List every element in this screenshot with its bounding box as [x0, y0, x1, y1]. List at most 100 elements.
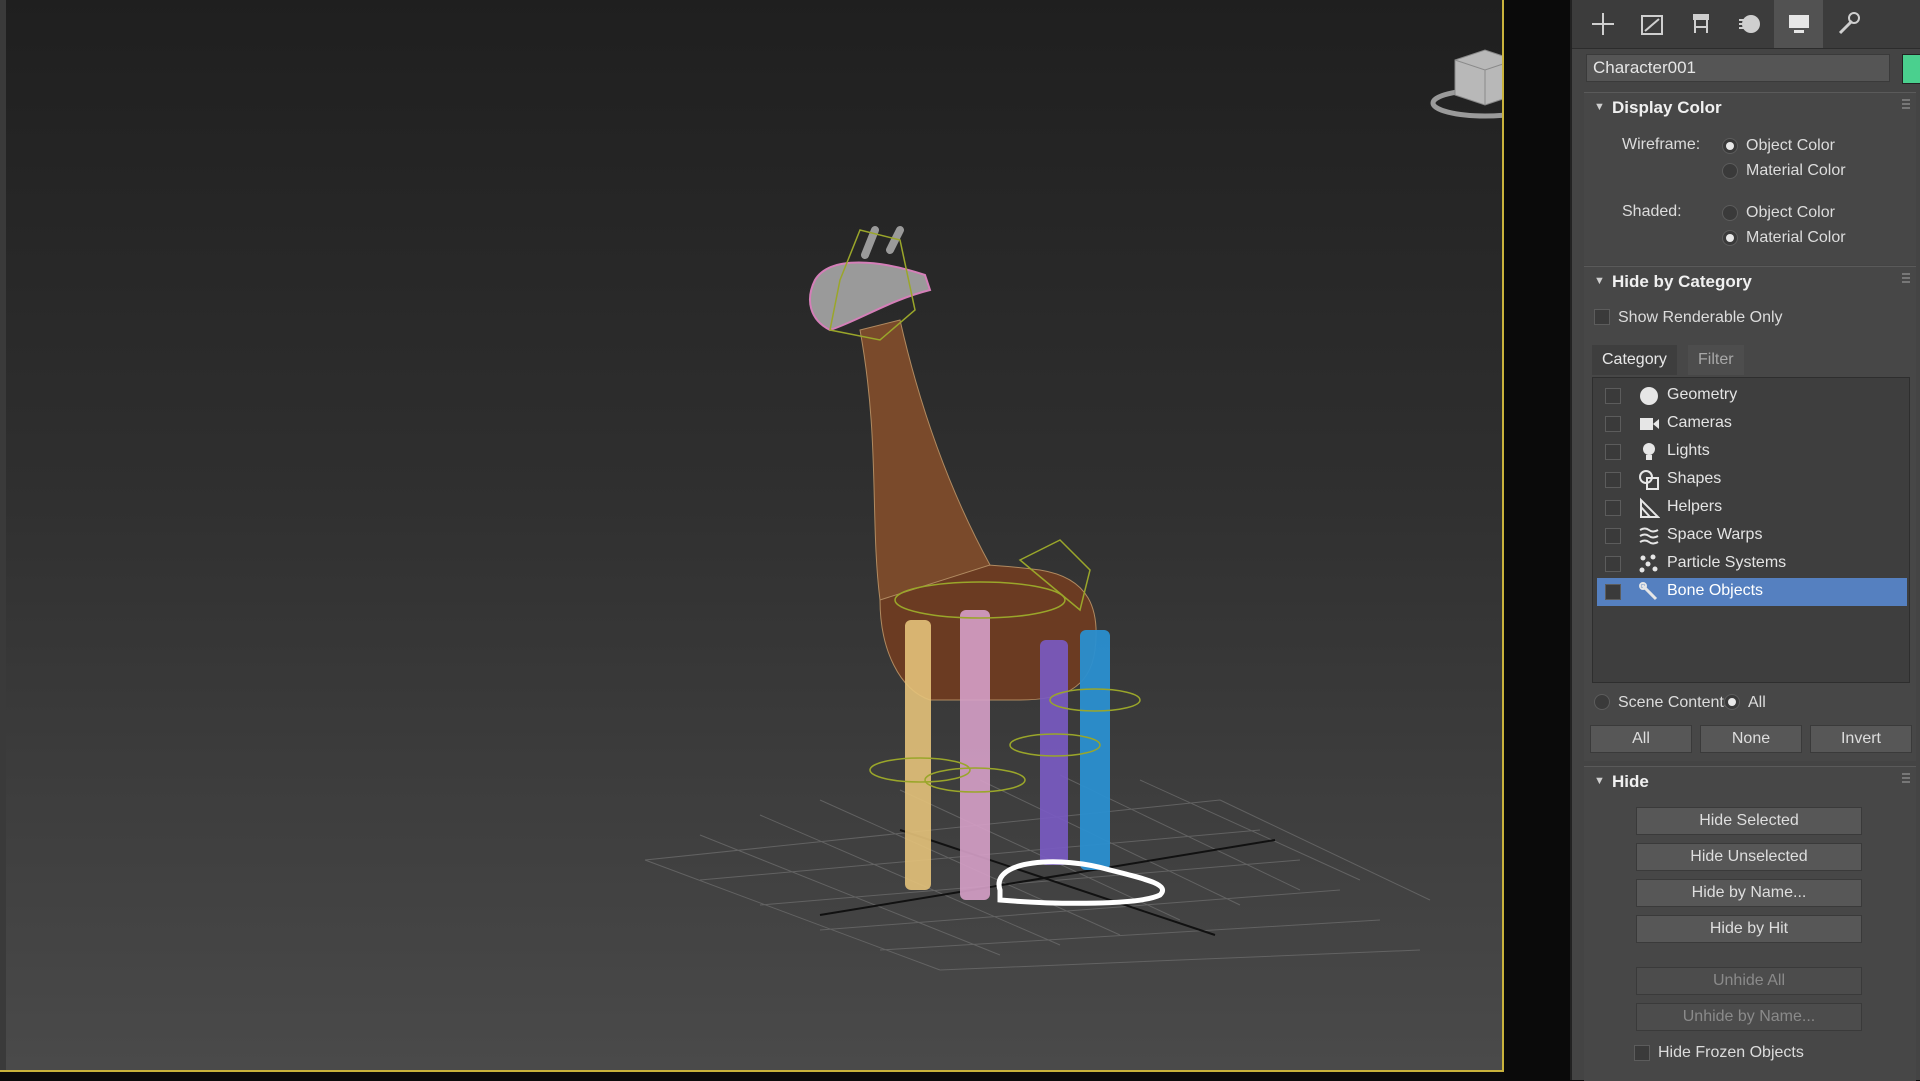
- hide-by-hit-button[interactable]: Hide by Hit: [1636, 915, 1862, 943]
- shaded-material-color-label: Material Color: [1746, 229, 1846, 246]
- wireframe-object-color-label: Object Color: [1746, 137, 1835, 154]
- wireframe-material-color-radio[interactable]: [1722, 163, 1738, 179]
- object-color-swatch[interactable]: [1902, 54, 1920, 84]
- tab-motion[interactable]: [1725, 0, 1774, 48]
- category-label: Shapes: [1667, 470, 1722, 487]
- hide-by-category-rollout: ▼ Hide by Category Show Renderable Only …: [1584, 266, 1916, 761]
- display-color-rollout: ▼ Display Color Wireframe: Object Color …: [1584, 92, 1916, 265]
- tab-modify[interactable]: [1627, 0, 1676, 48]
- category-label: Lights: [1667, 442, 1710, 459]
- utilities-icon: [1838, 12, 1860, 35]
- hide-by-name-button[interactable]: Hide by Name...: [1636, 879, 1862, 907]
- giraffe-model[interactable]: [809, 226, 1165, 906]
- category-checkbox[interactable]: [1605, 584, 1621, 600]
- tab-utilities[interactable]: [1823, 0, 1872, 48]
- category-item-space-warps[interactable]: Space Warps: [1597, 522, 1907, 550]
- shaded-object-color-radio[interactable]: [1722, 205, 1738, 221]
- category-label: Geometry: [1667, 386, 1738, 403]
- wireframe-object-color-radio[interactable]: [1722, 138, 1738, 154]
- category-checkbox[interactable]: [1605, 500, 1621, 516]
- shaded-material-color-radio[interactable]: [1722, 230, 1738, 246]
- category-label: Cameras: [1667, 414, 1732, 431]
- category-filter-tabs: Category Filter: [1592, 341, 1910, 378]
- category-label: Particle Systems: [1667, 554, 1787, 571]
- light-bulb-icon: [1637, 441, 1661, 463]
- category-checkbox[interactable]: [1605, 444, 1621, 460]
- hide-header[interactable]: ▼ Hide: [1584, 767, 1916, 797]
- tab-category[interactable]: Category: [1592, 345, 1677, 375]
- category-label: Helpers: [1667, 498, 1723, 515]
- object-name-row: [1586, 54, 1920, 84]
- rollout-title: Hide: [1612, 772, 1649, 791]
- scene-contents-radio[interactable]: [1594, 694, 1610, 710]
- tab-create[interactable]: [1578, 0, 1627, 48]
- rollout-title: Display Color: [1612, 98, 1722, 117]
- category-item-helpers[interactable]: Helpers: [1597, 494, 1907, 522]
- category-checkbox[interactable]: [1605, 528, 1621, 544]
- hide-frozen-objects-checkbox[interactable]: [1634, 1045, 1650, 1061]
- category-list: Geometry Cameras Lights Shapes Helpers S…: [1592, 377, 1910, 683]
- command-panel-tabs: [1572, 0, 1920, 49]
- category-checkbox[interactable]: [1605, 388, 1621, 404]
- bone-objects-icon: [1637, 581, 1661, 603]
- space-warps-icon: [1637, 525, 1661, 547]
- rollout-grip-icon: [1902, 773, 1910, 783]
- category-item-bone-objects[interactable]: Bone Objects: [1597, 578, 1907, 606]
- geometry-icon: [1637, 385, 1661, 407]
- tab-display[interactable]: [1774, 0, 1823, 48]
- all-categories-radio[interactable]: [1724, 694, 1740, 710]
- helpers-icon: [1637, 497, 1661, 519]
- display-color-header[interactable]: ▼ Display Color: [1584, 93, 1916, 123]
- shapes-icon: [1637, 469, 1661, 491]
- scene-contents-label: Scene Contents: [1618, 694, 1732, 711]
- hide-frozen-objects-label: Hide Frozen Objects: [1658, 1044, 1804, 1061]
- show-renderable-only-label: Show Renderable Only: [1618, 309, 1783, 326]
- collapse-arrow-icon: ▼: [1594, 101, 1605, 113]
- category-checkbox[interactable]: [1605, 556, 1621, 572]
- category-label: Bone Objects: [1667, 582, 1764, 599]
- rollout-grip-icon: [1902, 273, 1910, 283]
- hide-by-category-header[interactable]: ▼ Hide by Category: [1584, 267, 1916, 297]
- hierarchy-icon: [1692, 14, 1709, 33]
- invert-categories-button[interactable]: Invert: [1810, 725, 1912, 753]
- collapse-arrow-icon: ▼: [1594, 775, 1605, 787]
- unhide-all-button[interactable]: Unhide All: [1636, 967, 1862, 995]
- hide-unselected-button[interactable]: Hide Unselected: [1636, 843, 1862, 871]
- viewport-scene: [644, 49, 1502, 971]
- category-label: Space Warps: [1667, 526, 1763, 543]
- particle-systems-icon: [1637, 553, 1661, 575]
- show-renderable-only-checkbox[interactable]: [1594, 309, 1610, 325]
- viewport-divider: [1504, 0, 1570, 1080]
- category-item-lights[interactable]: Lights: [1597, 438, 1907, 466]
- display-icon: [1788, 15, 1809, 33]
- viewcube[interactable]: [1430, 49, 1502, 119]
- perspective-viewport[interactable]: [0, 0, 1504, 1072]
- unhide-by-name-button[interactable]: Unhide by Name...: [1636, 1003, 1862, 1031]
- category-item-cameras[interactable]: Cameras: [1597, 410, 1907, 438]
- select-all-categories-button[interactable]: All: [1590, 725, 1692, 753]
- select-none-categories-button[interactable]: None: [1700, 725, 1802, 753]
- shaded-label: Shaded:: [1622, 203, 1682, 220]
- tab-hierarchy[interactable]: [1676, 0, 1725, 48]
- category-item-shapes[interactable]: Shapes: [1597, 466, 1907, 494]
- hide-rollout: ▼ Hide Hide Selected Hide Unselected Hid…: [1584, 766, 1916, 1081]
- camera-icon: [1637, 413, 1661, 435]
- category-item-geometry[interactable]: Geometry: [1597, 382, 1907, 410]
- hide-selected-button[interactable]: Hide Selected: [1636, 807, 1862, 835]
- category-item-particle-systems[interactable]: Particle Systems: [1597, 550, 1907, 578]
- rollout-title: Hide by Category: [1612, 272, 1752, 291]
- collapse-arrow-icon: ▼: [1594, 275, 1605, 287]
- tab-filter[interactable]: Filter: [1688, 345, 1744, 375]
- modify-icon: [1640, 15, 1663, 35]
- ground-grid: [644, 774, 1431, 971]
- rollout-grip-icon: [1902, 99, 1910, 109]
- motion-icon: [1738, 15, 1760, 33]
- category-checkbox[interactable]: [1605, 472, 1621, 488]
- command-panel: ▼ Display Color Wireframe: Object Color …: [1570, 0, 1920, 1081]
- shaded-object-color-label: Object Color: [1746, 204, 1835, 221]
- create-icon: [1591, 13, 1614, 35]
- category-checkbox[interactable]: [1605, 416, 1621, 432]
- object-name-field[interactable]: [1586, 54, 1890, 82]
- wireframe-material-color-label: Material Color: [1746, 162, 1846, 179]
- wireframe-label: Wireframe:: [1622, 136, 1701, 153]
